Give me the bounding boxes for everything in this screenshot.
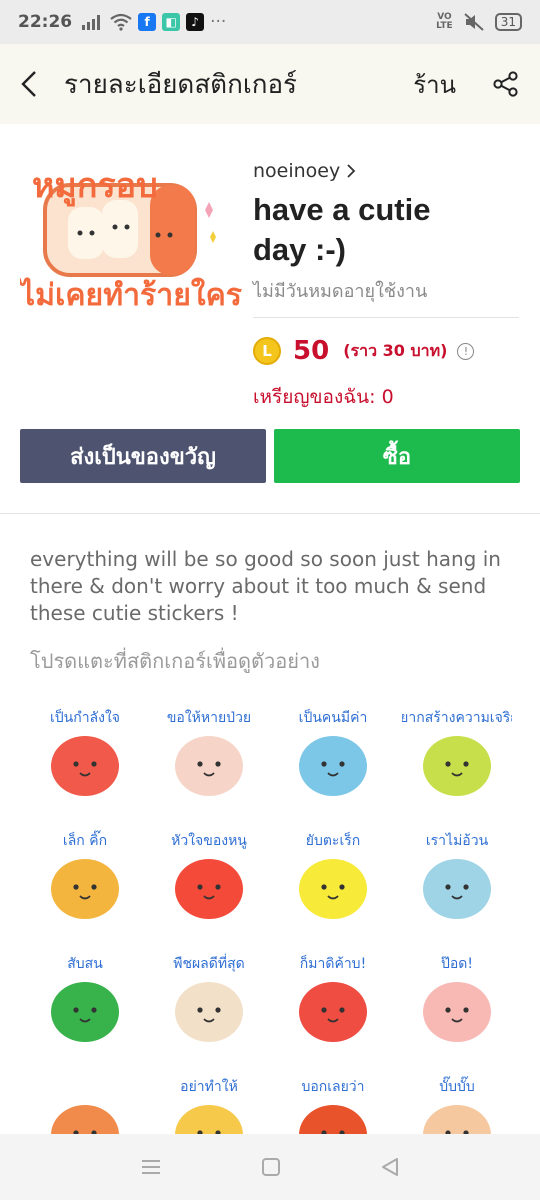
- status-time: 22:26: [18, 12, 73, 32]
- coin-icon: L: [253, 337, 281, 365]
- volte-icon: VO LTE: [436, 12, 453, 31]
- sticker-thumbnail[interactable]: [30, 1069, 140, 1135]
- price-approx: (ราว 30 บาท): [343, 340, 448, 360]
- sticker-thumbnail[interactable]: อย่าทำให้: [154, 1069, 264, 1135]
- sticker-caption: บอกเลยว่า: [301, 1079, 364, 1095]
- sticker-thumbnail[interactable]: บั๊บบั๊บ: [402, 1069, 512, 1135]
- system-nav-bar: [0, 1134, 540, 1200]
- sticker-caption: พืชผลดีที่สุด: [173, 954, 244, 972]
- main-sticker-image[interactable]: หมูกรอบ ไม่เคยทำร้ายใคร: [17, 145, 242, 320]
- sticker-thumbnail[interactable]: บอกเลยว่า: [278, 1069, 388, 1135]
- status-bar: 22:26 f ◧ ♪ ··· VO LTE 31: [0, 0, 540, 44]
- home-icon[interactable]: [261, 1157, 281, 1177]
- sticker-caption: ยับตะเร็ก: [306, 831, 360, 849]
- sticker-caption: บั๊บบั๊บ: [439, 1076, 475, 1095]
- sticker-caption: เป็นกำลังใจ: [50, 708, 120, 726]
- share-icon[interactable]: [492, 70, 520, 98]
- sticker-thumbnail[interactable]: ก็มาดิค้าบ!: [278, 946, 388, 1056]
- sticker-caption: ก็มาดิค้าบ!: [300, 954, 366, 972]
- price-row: L 50 (ราว 30 บาท) !: [253, 336, 519, 366]
- main-sticker-text-bottom: ไม่เคยทำร้ายใคร: [20, 277, 242, 313]
- sticker-thumbnail[interactable]: เราไม่อ้วน: [402, 823, 512, 933]
- product-info: noeinoey have a cutie day :-) ไม่มีวันหม…: [253, 160, 519, 412]
- battery-icon: 31: [494, 13, 522, 31]
- sticker-caption: หัวใจของหนู: [171, 832, 247, 849]
- info-icon[interactable]: !: [457, 342, 475, 360]
- main-sticker-text-top: หมูกรอบ: [32, 166, 158, 207]
- app-header: รายละเอียดสติกเกอร์ ร้าน: [0, 44, 540, 124]
- sticker-grid: เป็นกำลังใจ ขอให้หายป่วย เป็นคนมีค่า อยากสร…: [20, 690, 520, 1135]
- more-notifications-icon: ···: [210, 12, 227, 32]
- sticker-caption: เราไม่อ้วน: [426, 832, 489, 849]
- sticker-thumbnail[interactable]: เป็นคนมีค่า: [278, 700, 388, 810]
- app-icon: ◧: [162, 13, 181, 31]
- expiry-text: ไม่มีวันหมดอายุใช้งาน: [253, 276, 519, 318]
- page-title: รายละเอียดสติกเกอร์: [64, 69, 298, 100]
- facebook-icon: f: [138, 13, 157, 31]
- product-name: have a cutie day :-): [253, 192, 431, 267]
- sticker-thumbnail[interactable]: เล็ก คิ๊ก: [30, 823, 140, 933]
- recent-apps-icon[interactable]: [140, 1158, 162, 1176]
- sticker-caption: ป๊อด!: [441, 956, 473, 972]
- wifi-icon: [110, 13, 132, 31]
- preview-hint: โปรดแตะที่สติกเกอร์เพื่อดูตัวอย่าง: [30, 649, 320, 673]
- author-link[interactable]: noeinoey: [253, 160, 519, 182]
- back-button[interactable]: [20, 64, 50, 104]
- sticker-caption: เป็นคนมีค่า: [299, 708, 368, 726]
- description: everything will be so good so soon just …: [30, 547, 501, 625]
- signal-icon: [82, 15, 101, 30]
- chevron-right-icon: [347, 164, 356, 178]
- sticker-thumbnail[interactable]: หัวใจของหนู: [154, 823, 264, 933]
- chevron-left-icon: [21, 71, 36, 97]
- shop-link[interactable]: ร้าน: [413, 65, 456, 104]
- my-coins: เหรียญของฉัน: 0: [253, 386, 394, 408]
- author-name: noeinoey: [253, 160, 341, 182]
- sticker-thumbnail[interactable]: อยากสร้างความเจริญ: [392, 700, 520, 810]
- sticker-caption: เล็ก คิ๊ก: [63, 830, 107, 849]
- status-icons: f ◧ ♪ ···: [82, 12, 226, 32]
- gift-button[interactable]: ส่งเป็นของขวัญ: [20, 429, 266, 483]
- sticker-thumbnail[interactable]: พืชผลดีที่สุด: [154, 946, 264, 1056]
- sticker-thumbnail[interactable]: ยับตะเร็ก: [278, 823, 388, 933]
- sticker-caption: อยากสร้างความเจริญ: [402, 710, 512, 726]
- mute-icon: [464, 13, 484, 31]
- tiktok-icon: ♪: [186, 13, 205, 31]
- price-value: 50: [293, 336, 330, 366]
- buy-button[interactable]: ซื้อ: [274, 429, 520, 483]
- sticker-thumbnail[interactable]: ขอให้หายป่วย: [154, 700, 264, 810]
- sticker-caption: สับสน: [67, 956, 103, 972]
- sticker-thumbnail[interactable]: สับสน: [30, 946, 140, 1056]
- sticker-caption: อย่าทำให้: [180, 1078, 238, 1095]
- sticker-thumbnail[interactable]: เป็นกำลังใจ: [30, 700, 140, 810]
- back-nav-icon[interactable]: [380, 1157, 400, 1177]
- sticker-thumbnail[interactable]: ป๊อด!: [402, 946, 512, 1056]
- sticker-caption: ขอให้หายป่วย: [167, 709, 251, 726]
- divider: [0, 513, 540, 514]
